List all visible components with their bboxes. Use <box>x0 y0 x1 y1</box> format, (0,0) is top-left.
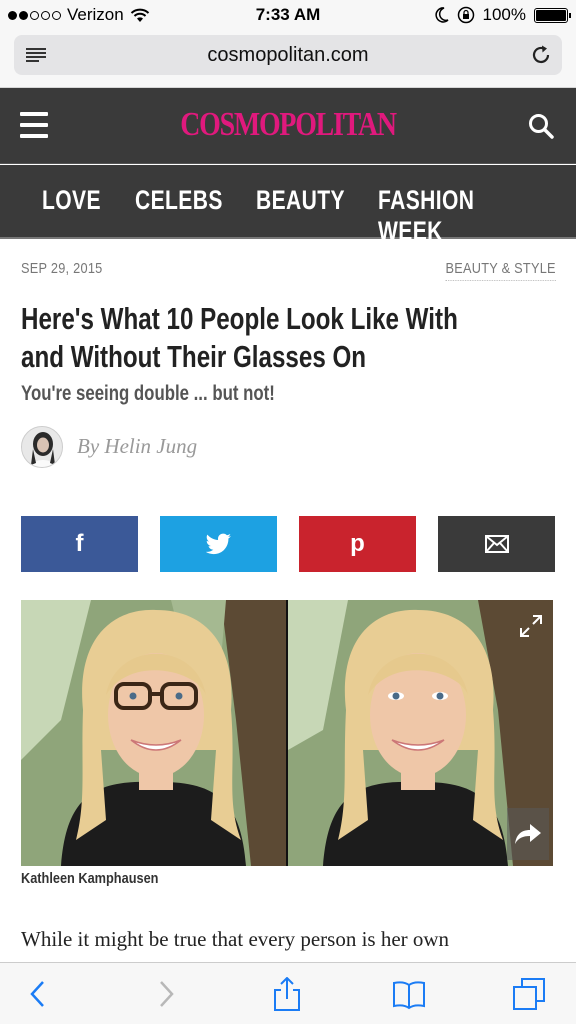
address-bar[interactable]: cosmopolitan.com <box>14 35 562 75</box>
email-share-button[interactable] <box>438 516 555 572</box>
share-arrow-icon <box>515 824 541 844</box>
browser-toolbar <box>0 962 576 1024</box>
image-caption: Kathleen Kamphausen <box>21 870 159 887</box>
tabs-icon[interactable] <box>512 977 546 1011</box>
author-avatar[interactable] <box>21 426 63 468</box>
pinterest-share-button[interactable]: p <box>299 516 416 572</box>
site-logo[interactable]: COSMOPOLITAN <box>52 106 524 144</box>
facebook-share-button[interactable]: f <box>21 516 138 572</box>
article-headline: Here's What 10 People Look Like With and… <box>21 301 458 374</box>
forward-icon[interactable] <box>148 977 182 1011</box>
article-hero-image[interactable] <box>21 600 555 866</box>
back-icon[interactable] <box>22 977 56 1011</box>
mail-icon <box>484 535 509 553</box>
photo-with-glasses <box>21 600 286 866</box>
expand-icon[interactable] <box>519 614 543 638</box>
url-text[interactable]: cosmopolitan.com <box>14 44 562 67</box>
address-bar-area: cosmopolitan.com <box>0 30 576 88</box>
share-icon[interactable] <box>270 977 304 1011</box>
rotation-lock-icon <box>457 6 474 24</box>
article-category-link[interactable]: BEAUTY & STYLE <box>445 260 556 281</box>
nav-item-beauty[interactable]: BEAUTY <box>256 185 345 216</box>
twitter-share-button[interactable] <box>160 516 277 572</box>
search-icon[interactable] <box>528 113 554 139</box>
moon-icon <box>434 7 449 23</box>
author-byline[interactable]: By Helin Jung <box>77 434 197 459</box>
article-body: While it might be true that every person… <box>21 927 450 951</box>
facebook-icon: f <box>75 530 84 557</box>
nav-item-celebs[interactable]: CELEBS <box>135 185 223 216</box>
pinterest-icon: p <box>350 530 365 557</box>
nav-item-fashion-week[interactable]: FASHION WEEK <box>378 185 532 247</box>
status-bar: Verizon 7:33 AM 100% <box>0 0 576 30</box>
site-header: COSMOPOLITAN <box>0 88 576 164</box>
nav-item-love[interactable]: LOVE <box>42 185 101 216</box>
status-right: 100% <box>434 5 571 25</box>
reload-icon[interactable] <box>530 44 552 66</box>
twitter-icon <box>205 533 231 555</box>
section-nav: LOVE CELEBS BEAUTY FASHION WEEK <box>0 165 576 246</box>
article-dek: You're seeing double ... but not! <box>21 382 275 405</box>
battery-icon <box>534 7 571 23</box>
article-date: SEP 29, 2015 <box>21 260 103 277</box>
menu-icon[interactable] <box>20 112 48 138</box>
bookmarks-icon[interactable] <box>392 977 426 1011</box>
image-share-button[interactable] <box>507 808 549 860</box>
battery-percent: 100% <box>482 5 526 24</box>
